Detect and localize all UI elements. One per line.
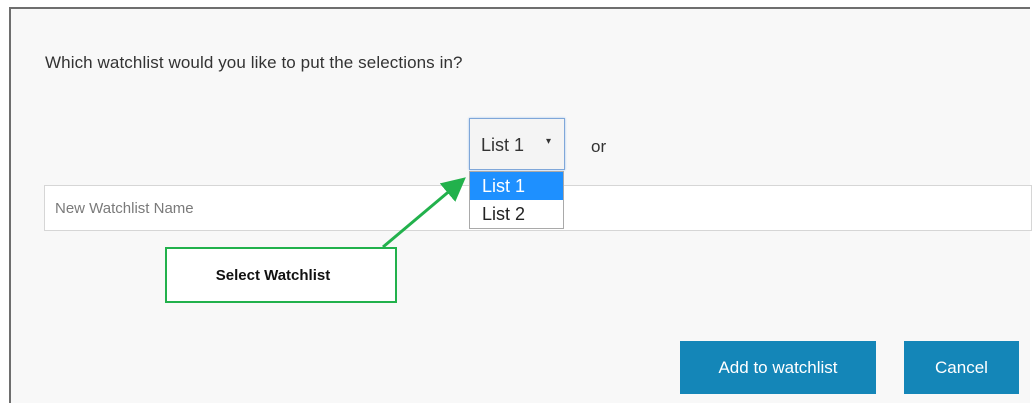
or-label: or [591, 137, 607, 156]
watchlist-dialog: Which watchlist would you like to put th… [9, 7, 1032, 403]
watchlist-select-value: List 1 [481, 135, 525, 155]
option-list-2[interactable]: List 2 [470, 200, 563, 228]
cancel-button[interactable]: Cancel [904, 341, 1019, 394]
watchlist-dropdown-list: List 1 List 2 [469, 171, 564, 229]
dialog-question: Which watchlist would you like to put th… [45, 53, 463, 72]
select-watchlist-callout: Select Watchlist [165, 247, 397, 303]
watchlist-select[interactable]: List 1 ▾ [469, 118, 565, 170]
add-to-watchlist-button[interactable]: Add to watchlist [680, 341, 876, 394]
option-list-1[interactable]: List 1 [470, 172, 563, 200]
caret-down-icon: ▾ [546, 136, 552, 147]
